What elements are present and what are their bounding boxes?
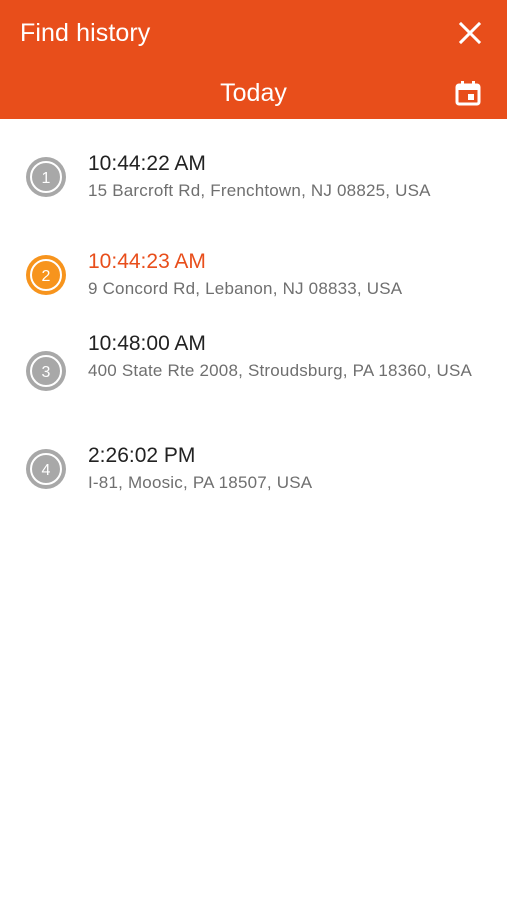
history-address: 400 State Rte 2008, Stroudsburg, PA 1836… — [88, 361, 473, 380]
calendar-button[interactable] — [453, 78, 483, 108]
marker-number: 2 — [42, 268, 51, 285]
history-time: 10:48:00 AM — [88, 332, 206, 355]
marker-number: 3 — [42, 364, 51, 381]
location-marker-icon: 4 — [26, 449, 66, 489]
history-item-active[interactable]: 2 10:44:23 AM 9 Concord Rd, Lebanon, NJ … — [0, 245, 507, 315]
marker-number: 4 — [42, 462, 51, 479]
find-history-panel: Find history Today 1 10:44:22 AM 15 Barc… — [0, 0, 507, 900]
history-address: I-81, Moosic, PA 18507, USA — [88, 473, 313, 492]
close-button[interactable] — [455, 18, 485, 48]
history-time: 2:26:02 PM — [88, 444, 196, 467]
calendar-icon — [455, 81, 481, 106]
history-address: 9 Concord Rd, Lebanon, NJ 08833, USA — [88, 279, 403, 298]
marker-number: 1 — [42, 170, 51, 187]
history-time: 10:44:22 AM — [88, 152, 206, 175]
location-marker-icon: 2 — [26, 255, 66, 295]
location-marker-icon: 1 — [26, 157, 66, 197]
history-time: 10:44:23 AM — [88, 250, 206, 273]
history-item[interactable]: 1 10:44:22 AM 15 Barcroft Rd, Frenchtown… — [0, 147, 507, 217]
history-item[interactable]: 4 2:26:02 PM I-81, Moosic, PA 18507, USA — [0, 439, 507, 509]
history-item[interactable]: 3 10:48:00 AM 400 State Rte 2008, Stroud… — [0, 327, 507, 417]
location-marker-icon: 3 — [26, 351, 66, 391]
selected-day-label: Today — [220, 79, 287, 107]
close-icon — [458, 21, 482, 45]
history-address: 15 Barcroft Rd, Frenchtown, NJ 08825, US… — [88, 181, 431, 200]
header-bar: Find history Today — [0, 0, 507, 119]
panel-title: Find history — [20, 19, 151, 47]
